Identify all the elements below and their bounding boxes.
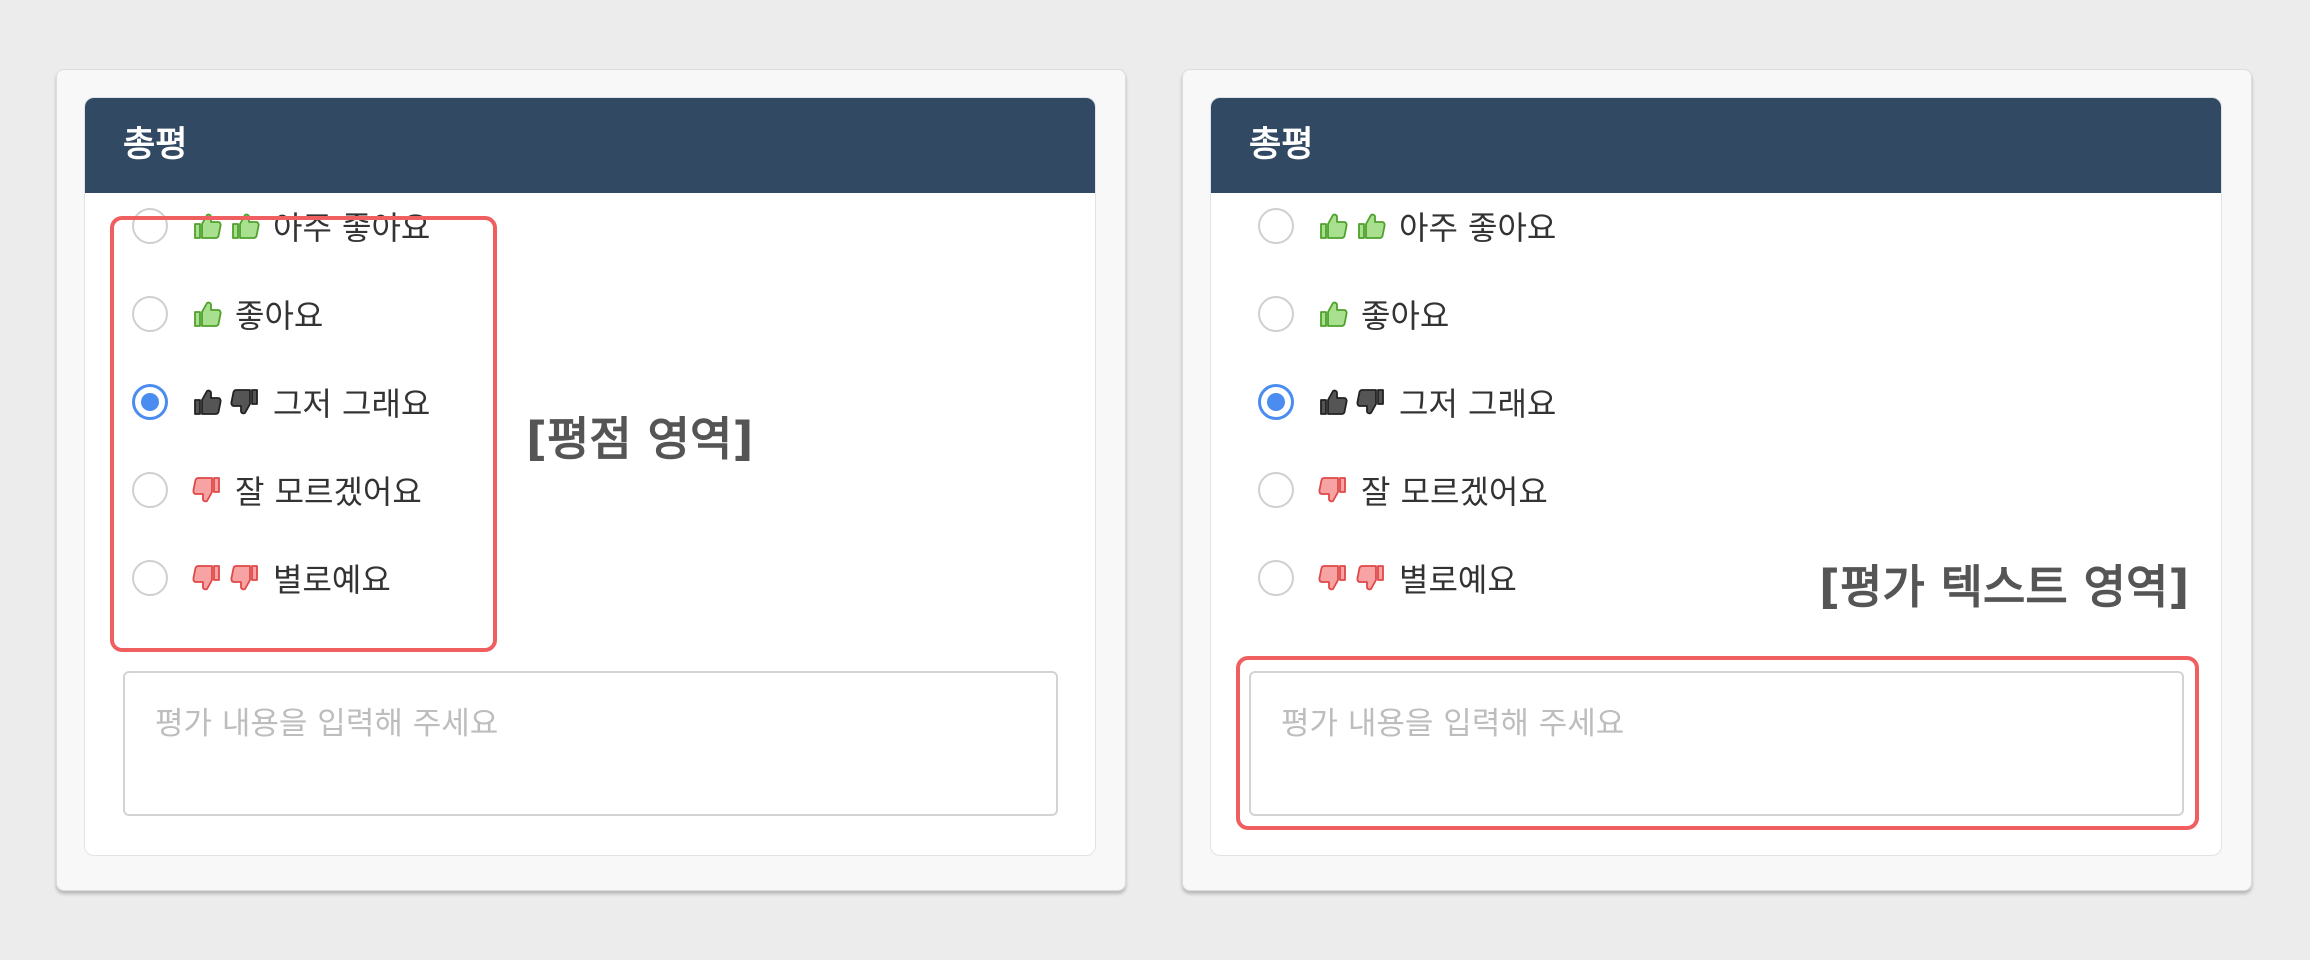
- rating-option-very-good[interactable]: 아주 좋아요: [1258, 196, 1556, 256]
- rating-option-good[interactable]: 좋아요: [132, 284, 323, 344]
- radio-button-selected[interactable]: [1258, 384, 1294, 420]
- panel-rating-area: 총평 아주 좋아요 좋아요 그저 그래요 잘 모르겠어요 별로예요 평가 내용을…: [56, 69, 1126, 891]
- card-header-title: 총평: [85, 98, 1095, 193]
- option-label: 별로예요: [1399, 561, 1517, 599]
- review-card: 총평 아주 좋아요 좋아요 그저 그래요 잘 모르겠어요 별로예요 평가 내용을…: [84, 97, 1096, 856]
- thumbs-up-icon: [1318, 387, 1348, 417]
- annotation-label: [평점 영역]: [526, 412, 754, 466]
- rating-option-good[interactable]: 좋아요: [1258, 284, 1449, 344]
- radio-button[interactable]: [132, 208, 168, 244]
- radio-button-selected[interactable]: [132, 384, 168, 420]
- thumbs-up-icon: [192, 299, 222, 329]
- thumbs-up-icon: [1318, 299, 1348, 329]
- thumbs-down-icon: [1318, 563, 1348, 593]
- thumbs-down-icon: [1318, 475, 1348, 505]
- thumbs-up-icon: [1356, 211, 1386, 241]
- thumbs-down-icon: [1356, 387, 1386, 417]
- annotation-label: [평가 텍스트 영역]: [1819, 560, 2190, 614]
- thumbs-down-icon: [230, 387, 260, 417]
- rating-option-bad[interactable]: 별로예요: [1258, 548, 1517, 608]
- option-label: 아주 좋아요: [1399, 209, 1557, 247]
- thumbs-up-icon: [230, 211, 260, 241]
- option-label: 좋아요: [235, 297, 324, 335]
- radio-button[interactable]: [1258, 208, 1294, 244]
- review-textarea[interactable]: [123, 671, 1058, 816]
- review-card: 총평 아주 좋아요 좋아요 그저 그래요 잘 모르겠어요 별로예요 평가 내용을…: [1210, 97, 2222, 856]
- rating-option-very-good[interactable]: 아주 좋아요: [132, 196, 430, 256]
- thumbs-down-icon: [1356, 563, 1386, 593]
- option-label: 잘 모르겠어요: [1361, 473, 1548, 511]
- thumbs-down-icon: [192, 475, 222, 505]
- radio-button[interactable]: [1258, 296, 1294, 332]
- rating-option-neutral[interactable]: 그저 그래요: [132, 372, 430, 432]
- review-textarea[interactable]: [1249, 671, 2184, 816]
- radio-button[interactable]: [1258, 472, 1294, 508]
- rating-option-not-sure[interactable]: 잘 모르겠어요: [1258, 460, 1548, 520]
- option-label: 그저 그래요: [1399, 385, 1557, 423]
- rating-options: 아주 좋아요 좋아요 그저 그래요 잘 모르겠어요 별로예요: [1211, 193, 2221, 613]
- thumbs-up-icon: [192, 387, 222, 417]
- thumbs-down-icon: [230, 563, 260, 593]
- thumbs-down-icon: [192, 563, 222, 593]
- rating-option-neutral[interactable]: 그저 그래요: [1258, 372, 1556, 432]
- option-label: 아주 좋아요: [273, 209, 431, 247]
- radio-button[interactable]: [132, 472, 168, 508]
- card-header-title: 총평: [1211, 98, 2221, 193]
- radio-button[interactable]: [132, 296, 168, 332]
- rating-option-not-sure[interactable]: 잘 모르겠어요: [132, 460, 422, 520]
- thumbs-up-icon: [1318, 211, 1348, 241]
- radio-button[interactable]: [1258, 560, 1294, 596]
- option-label: 별로예요: [273, 561, 391, 599]
- radio-button[interactable]: [132, 560, 168, 596]
- option-label: 잘 모르겠어요: [235, 473, 422, 511]
- rating-option-bad[interactable]: 별로예요: [132, 548, 391, 608]
- option-label: 좋아요: [1361, 297, 1450, 335]
- panel-text-area: 총평 아주 좋아요 좋아요 그저 그래요 잘 모르겠어요 별로예요 평가 내용을…: [1182, 69, 2252, 891]
- thumbs-up-icon: [192, 211, 222, 241]
- option-label: 그저 그래요: [273, 385, 431, 423]
